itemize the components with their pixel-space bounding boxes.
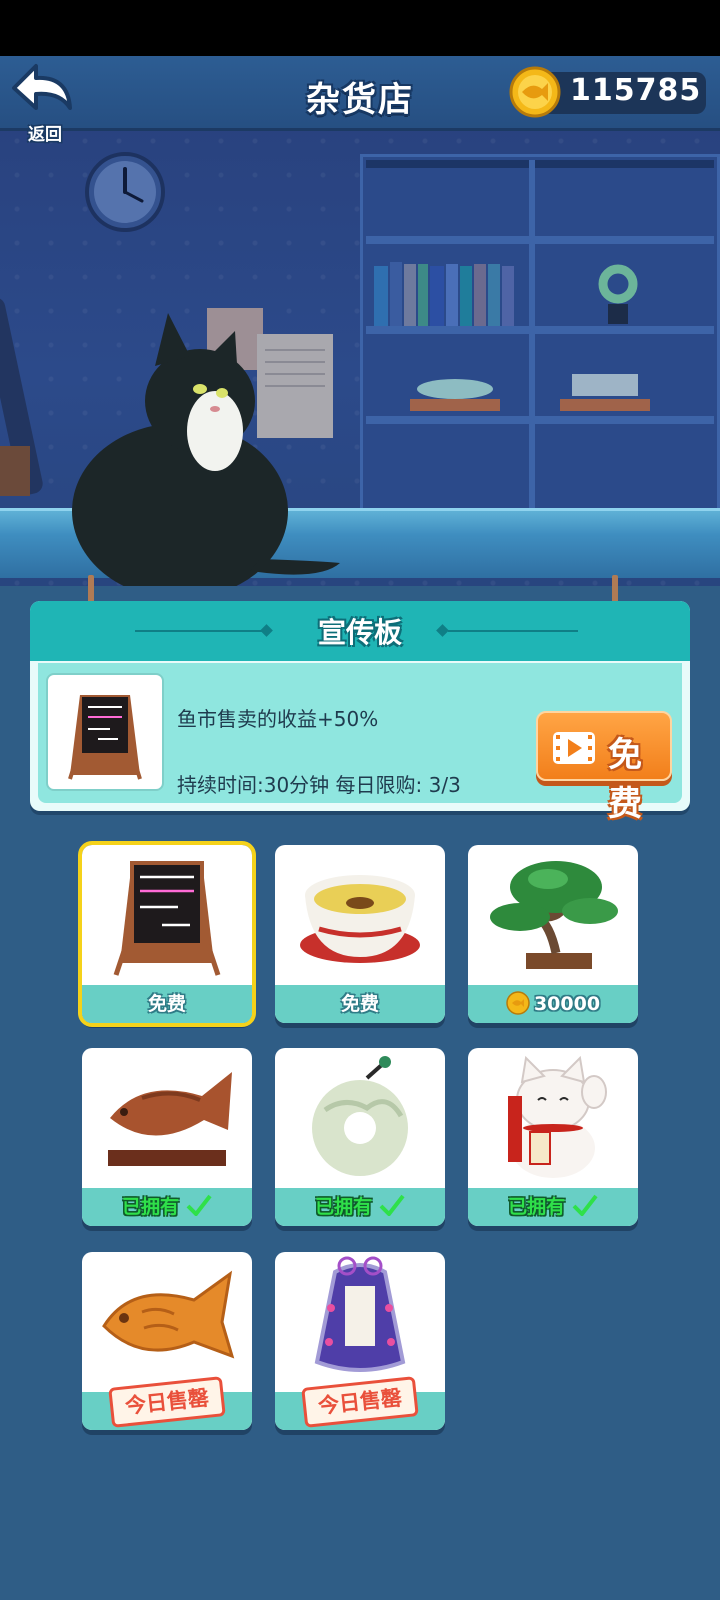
lucky-charm-icon xyxy=(314,1256,406,1372)
back-button[interactable]: 返回 xyxy=(8,62,76,145)
item-card-taiyaki[interactable]: 今日售罄 xyxy=(82,1252,252,1430)
item-card-tea[interactable]: 免费 xyxy=(275,845,445,1023)
back-label: 返回 xyxy=(28,125,62,145)
item-footer: 已拥有 xyxy=(468,1188,638,1226)
free-video-button[interactable]: 免费 xyxy=(536,711,672,824)
item-card-wood-fish[interactable]: 已拥有 xyxy=(82,1048,252,1226)
shop-scene: 返回 杂货店 115785 xyxy=(0,56,720,586)
chalkboard-sign-icon xyxy=(68,695,142,780)
checkmark-icon xyxy=(572,1194,598,1216)
promo-body: 鱼市售卖的收益+50% 持续时间:30分钟 每日限购: 3/3 免费 xyxy=(38,663,682,824)
promo-header: 宣传板 xyxy=(30,601,690,661)
status-bar xyxy=(0,0,720,56)
owned-label: 已拥有 xyxy=(315,1196,373,1218)
item-footer: 免费 xyxy=(275,985,445,1023)
header-divider-left xyxy=(135,630,265,632)
owned-label: 已拥有 xyxy=(508,1196,566,1218)
item-footer: 免费 xyxy=(82,985,252,1023)
owned-status: 已拥有 xyxy=(315,1194,405,1218)
owned-label: 已拥有 xyxy=(122,1196,180,1218)
item-card-omamori[interactable]: 今日售罄 xyxy=(275,1252,445,1430)
jade-pendant-icon xyxy=(312,1056,408,1176)
taiyaki-icon xyxy=(102,1270,235,1359)
back-arrow-icon xyxy=(12,64,72,110)
free-button-label: 免费 xyxy=(608,735,642,824)
page-title: 杂货店 xyxy=(306,80,414,120)
item-price-coins: 30000 xyxy=(506,991,601,1015)
promo-panel: 宣传板 鱼市售卖的收益+50% 持续时间:30分钟 每日限购: 3/3 免费 xyxy=(30,601,690,824)
top-bar: 返回 杂货店 115785 xyxy=(0,56,720,145)
owned-status: 已拥有 xyxy=(122,1194,212,1218)
owned-status: 已拥有 xyxy=(508,1194,598,1218)
item-card-bonsai[interactable]: 30000 xyxy=(468,845,638,1023)
tea-cup-icon xyxy=(300,875,420,963)
item-footer: 已拥有 xyxy=(82,1188,252,1226)
checkmark-icon xyxy=(379,1194,405,1216)
coin-amount: 115785 xyxy=(570,73,702,108)
item-footer: 30000 xyxy=(468,985,638,1023)
wall-clock-icon xyxy=(85,152,165,232)
cat-shopkeeper xyxy=(72,313,340,586)
lucky-cat-icon xyxy=(508,1055,607,1178)
checkmark-icon xyxy=(186,1194,212,1216)
fish-coin-icon xyxy=(509,66,561,118)
promo-item-thumbnail xyxy=(46,673,164,791)
promo-title: 宣传板 xyxy=(317,616,402,649)
fish-coin-icon xyxy=(506,991,530,1015)
item-card-chalkboard[interactable]: 免费 xyxy=(78,841,256,1027)
video-play-icon xyxy=(553,732,595,764)
tube-prop xyxy=(0,297,43,496)
header-divider-right xyxy=(448,630,578,632)
chalkboard-sign-icon xyxy=(113,861,221,976)
item-footer: 已拥有 xyxy=(275,1188,445,1226)
bonsai-tree-icon xyxy=(490,861,618,969)
item-price-value: 30000 xyxy=(533,993,601,1015)
item-card-lucky-cat[interactable]: 已拥有 xyxy=(468,1048,638,1226)
item-card-jade[interactable]: 已拥有 xyxy=(275,1048,445,1226)
item-price: 免费 xyxy=(340,993,379,1015)
wooden-fish-carving-icon xyxy=(108,1072,232,1166)
promo-effect-text: 鱼市售卖的收益+50% xyxy=(177,707,379,731)
item-price: 免费 xyxy=(147,993,186,1015)
promo-duration-text: 持续时间:30分钟 每日限购: 3/3 xyxy=(177,773,461,797)
